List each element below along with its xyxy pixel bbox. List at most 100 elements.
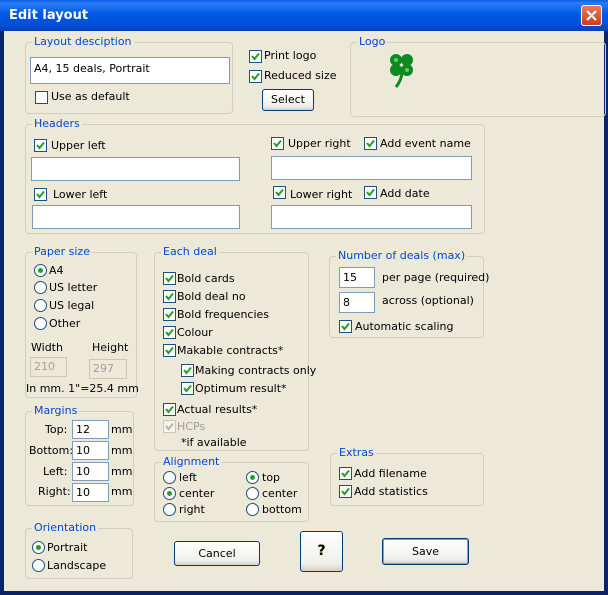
lower-left-input[interactable] (32, 205, 240, 229)
layout-description-group: Layout desciption A4, 15 deals, Portrait… (25, 35, 233, 114)
headers-legend: Headers (32, 117, 82, 130)
layout-description-legend: Layout desciption (32, 35, 134, 48)
bold-cards-checkbox[interactable] (163, 272, 176, 285)
title-bar[interactable]: Edit layout (0, 0, 608, 31)
use-as-default-checkbox[interactable] (35, 91, 48, 104)
radio-selected-dot (250, 475, 255, 480)
orientation-portrait-radio[interactable] (32, 541, 45, 554)
add-statistics-checkbox[interactable] (339, 485, 352, 498)
extras-group: Extras Add filename Add statistics (330, 446, 484, 506)
paper-other-radio[interactable] (34, 317, 47, 330)
orientation-landscape-radio[interactable] (32, 559, 45, 572)
check-icon (165, 346, 174, 355)
valign-top-radio[interactable] (246, 471, 259, 484)
margin-left-input[interactable]: 10 (72, 462, 109, 481)
upper-right-input[interactable] (271, 156, 472, 180)
each-deal-footnote: *if available (181, 436, 247, 449)
select-logo-button[interactable]: Select (262, 89, 314, 111)
lower-right-input[interactable] (271, 205, 472, 229)
edit-layout-dialog: Edit layout Layout desciption A4, 15 dea… (0, 0, 608, 595)
automatic-scaling-label: Automatic scaling (355, 320, 454, 333)
check-icon (165, 274, 174, 283)
help-button[interactable]: ? (300, 531, 343, 572)
paper-other-label: Other (49, 317, 81, 330)
making-contracts-only-checkbox[interactable] (181, 364, 194, 377)
actual-results-checkbox[interactable] (163, 403, 176, 416)
align-right-radio[interactable] (163, 503, 176, 516)
logo-legend: Logo (357, 35, 388, 48)
upper-right-checkbox[interactable] (271, 137, 284, 150)
paper-height-input[interactable]: 297 (89, 359, 127, 379)
radio-selected-dot (38, 268, 43, 273)
align-center-radio[interactable] (163, 487, 176, 500)
align-left-label: left (179, 471, 197, 484)
close-button[interactable] (581, 5, 602, 26)
radio-selected-dot (167, 491, 172, 496)
upper-left-checkbox[interactable] (34, 139, 47, 152)
save-button-label: Save (411, 545, 439, 558)
cancel-button[interactable]: Cancel (174, 541, 260, 566)
bold-deal-no-label: Bold deal no (177, 290, 246, 303)
print-logo-label: Print logo (264, 49, 317, 62)
valign-center-radio[interactable] (246, 487, 259, 500)
margin-top-label: Top: (45, 423, 68, 436)
margin-bottom-input[interactable]: 10 (72, 441, 109, 460)
valign-bottom-label: bottom (262, 503, 302, 516)
hcps-checkbox[interactable] (163, 420, 176, 433)
check-icon (165, 292, 174, 301)
lower-right-checkbox[interactable] (273, 186, 286, 199)
orientation-landscape-label: Landscape (47, 559, 107, 572)
paper-us-letter-label: US letter (49, 281, 98, 294)
print-logo-checkbox[interactable] (249, 50, 262, 63)
margin-right-input[interactable]: 10 (72, 483, 109, 502)
margin-right-unit: mm (111, 485, 133, 498)
hcps-label: HCPs (177, 420, 206, 433)
lower-left-label: Lower left (53, 188, 108, 201)
check-icon (366, 188, 375, 197)
margin-left-unit: mm (111, 465, 133, 478)
margin-top-input[interactable]: 12 (72, 420, 109, 439)
add-filename-checkbox[interactable] (339, 467, 352, 480)
upper-left-label: Upper left (51, 139, 106, 152)
headers-group: Headers Upper left Lower left Upper righ… (25, 117, 485, 234)
add-event-name-checkbox[interactable] (364, 137, 377, 150)
margins-group: Margins Top: 12 mm Bottom: 10 mm Left: 1… (25, 404, 134, 506)
colour-checkbox[interactable] (163, 326, 176, 339)
check-icon (36, 141, 45, 150)
check-icon (165, 422, 174, 431)
add-event-name-label: Add event name (380, 137, 471, 150)
margin-bottom-label: Bottom: (29, 444, 74, 457)
valign-bottom-radio[interactable] (246, 503, 259, 516)
each-deal-legend: Each deal (161, 245, 219, 258)
layout-description-input[interactable]: A4, 15 deals, Portrait (30, 57, 230, 84)
lower-left-checkbox[interactable] (34, 188, 47, 201)
upper-left-input[interactable] (31, 157, 240, 181)
margin-top-unit: mm (111, 423, 133, 436)
deals-per-page-input[interactable]: 15 (339, 267, 375, 288)
reduced-size-label: Reduced size (264, 69, 337, 82)
save-button[interactable]: Save (382, 538, 469, 565)
number-of-deals-group: Number of deals (max) 15 per page (requi… (329, 249, 489, 338)
each-deal-group: Each deal Bold cards Bold deal no Bold f… (154, 245, 316, 451)
paper-us-legal-radio[interactable] (34, 299, 47, 312)
question-mark-icon: ? (317, 543, 326, 559)
align-left-radio[interactable] (163, 471, 176, 484)
check-icon (341, 469, 350, 478)
bold-frequencies-checkbox[interactable] (163, 308, 176, 321)
bold-deal-no-checkbox[interactable] (163, 290, 176, 303)
makable-contracts-checkbox[interactable] (163, 344, 176, 357)
paper-a4-radio[interactable] (34, 264, 47, 277)
orientation-group: Orientation Portrait Landscape (25, 521, 133, 579)
add-date-checkbox[interactable] (364, 186, 377, 199)
paper-width-input[interactable]: 210 (30, 357, 67, 377)
deals-across-input[interactable]: 8 (339, 292, 375, 313)
reduced-size-checkbox[interactable] (249, 70, 262, 83)
paper-us-letter-radio[interactable] (34, 281, 47, 294)
alignment-legend: Alignment (161, 455, 222, 468)
close-icon (586, 10, 597, 21)
optimum-result-checkbox[interactable] (181, 382, 194, 395)
valign-top-label: top (262, 471, 281, 484)
automatic-scaling-checkbox[interactable] (339, 320, 352, 333)
lower-right-label: Lower right (290, 188, 353, 201)
makable-contracts-label: Makable contracts* (177, 344, 284, 357)
